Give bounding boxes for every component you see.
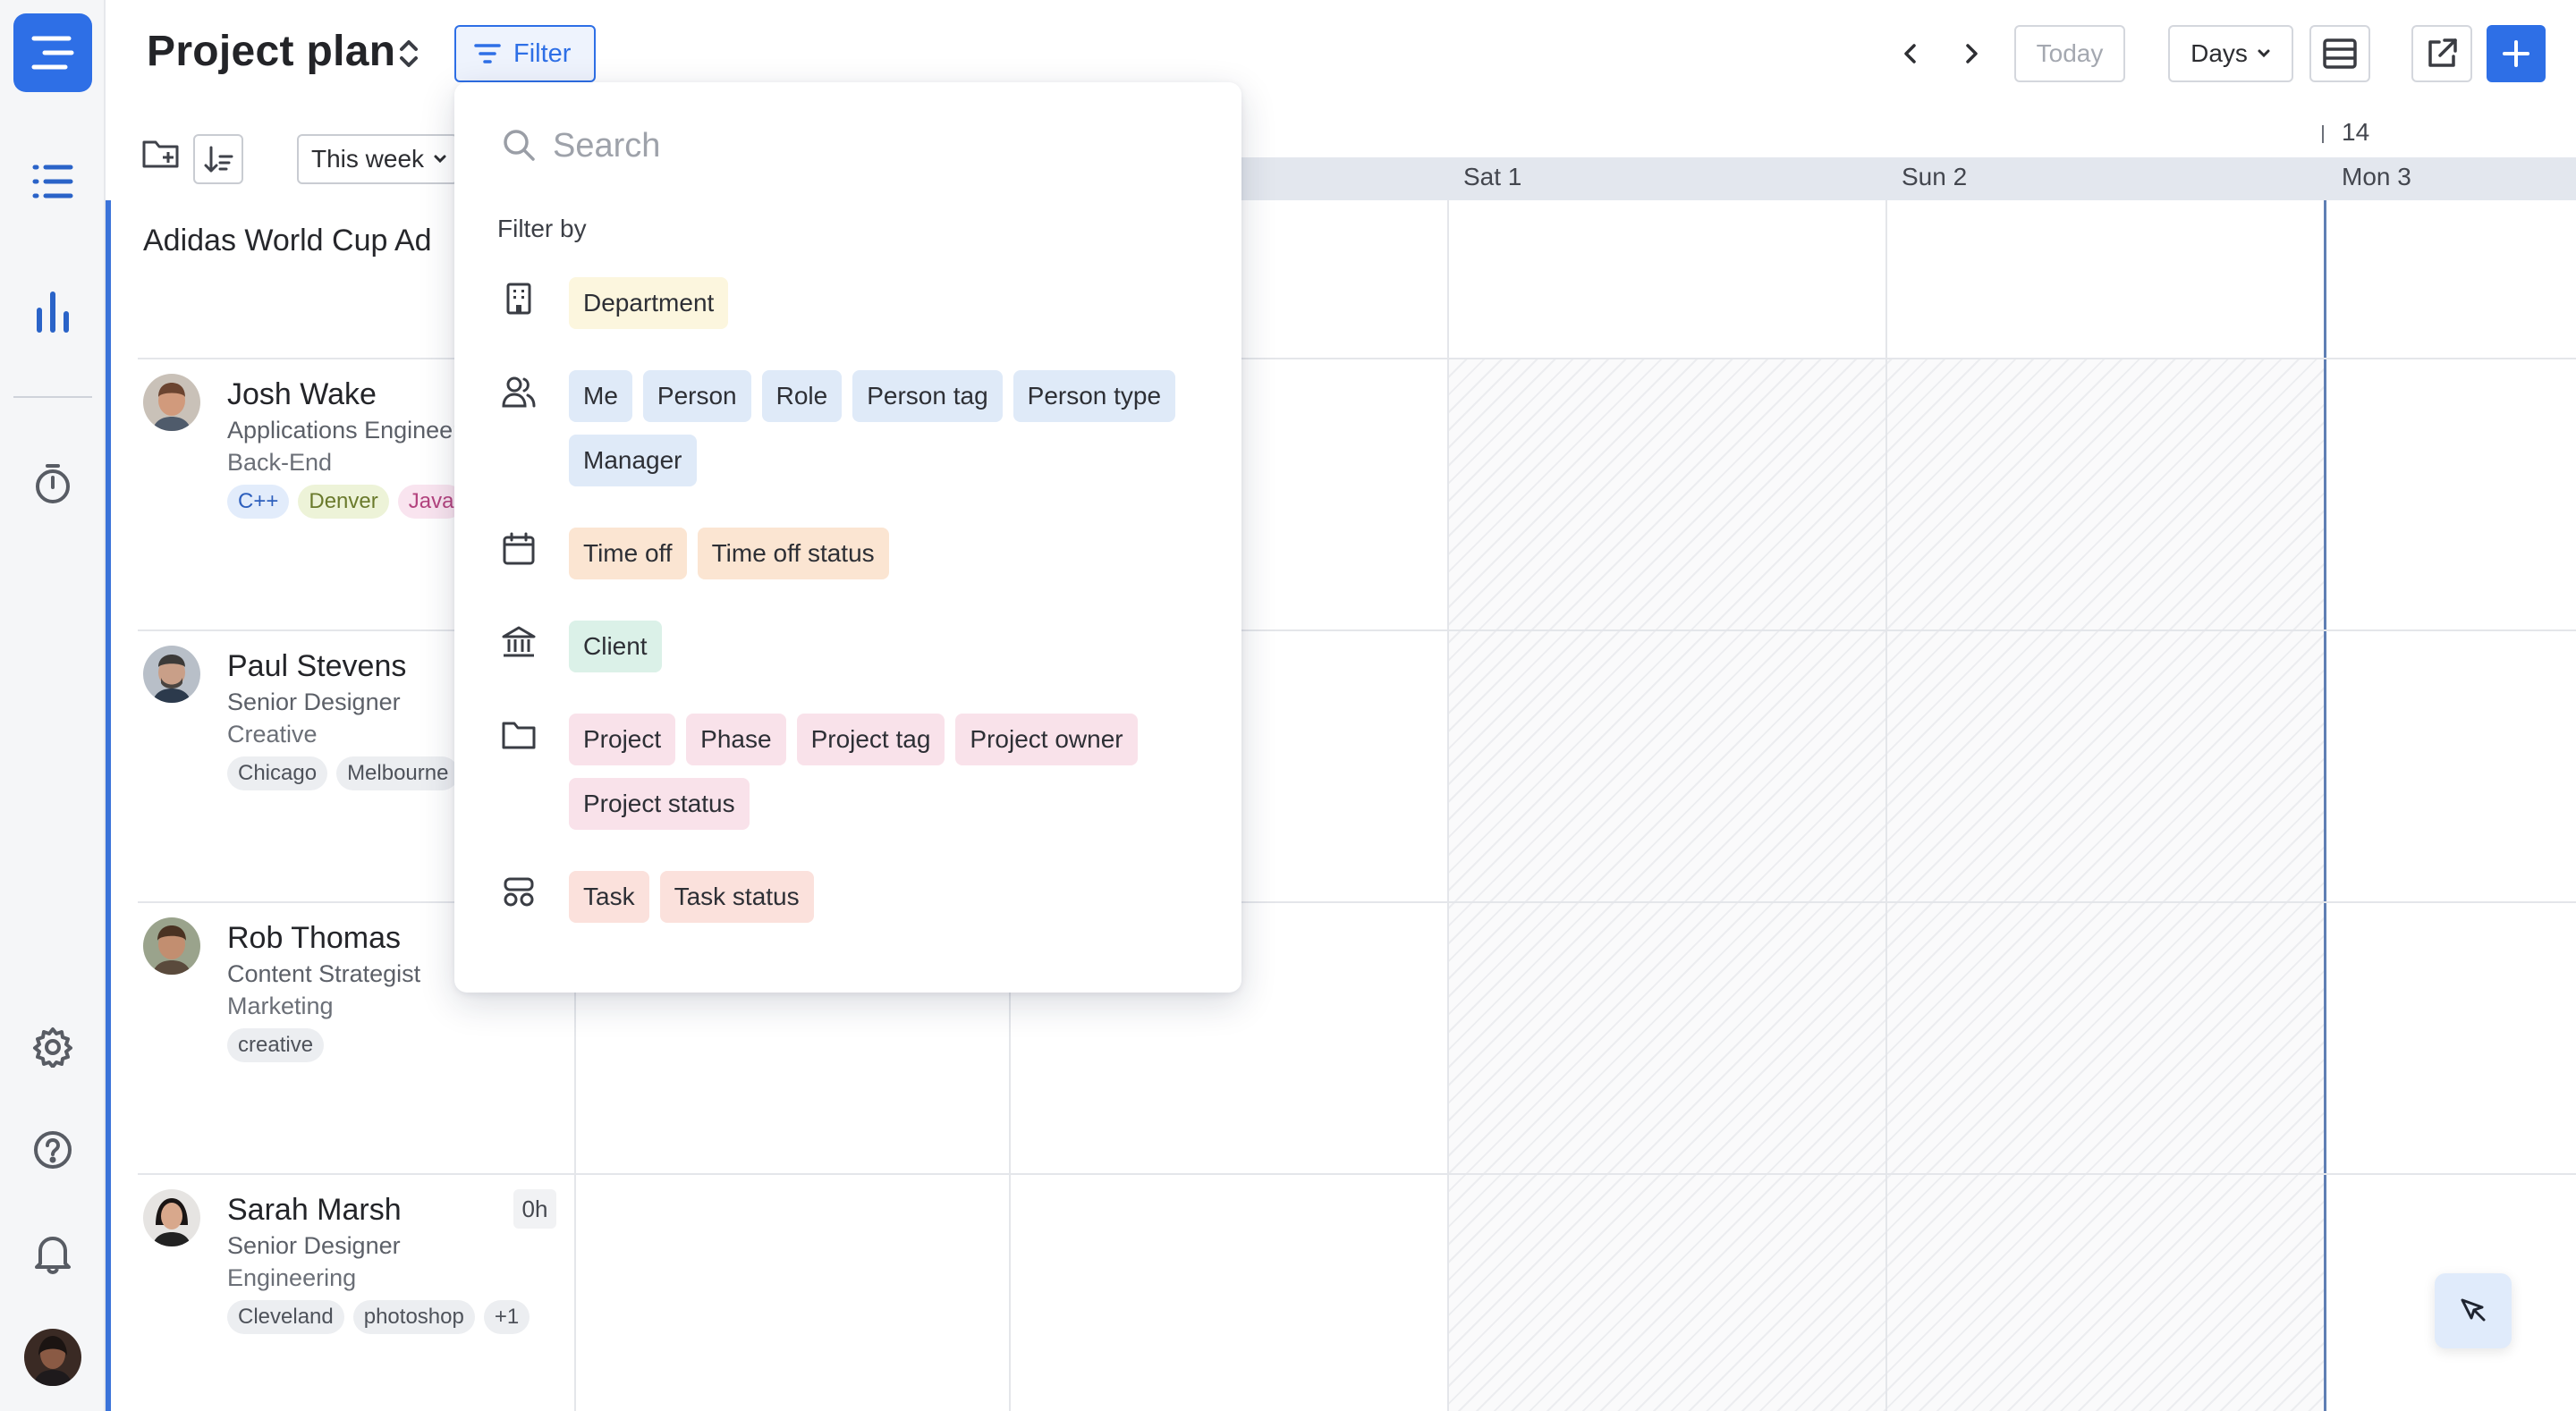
project-name[interactable]: Adidas World Cup Ad — [143, 224, 432, 258]
rows-layout-icon — [2323, 38, 2357, 69]
filter-chip-project-owner[interactable]: Project owner — [955, 714, 1138, 765]
plus-icon — [2503, 40, 2529, 67]
filter-chip-project-status[interactable]: Project status — [569, 778, 750, 830]
filter-chip-me[interactable]: Me — [569, 370, 632, 422]
chevron-down-icon — [434, 155, 446, 164]
external-link-icon — [2428, 38, 2457, 67]
filter-chip-person[interactable]: Person — [642, 370, 751, 422]
today-line — [2324, 200, 2326, 1411]
reports-chart-icon[interactable] — [20, 279, 86, 345]
previous-arrow-icon[interactable] — [1894, 36, 1927, 72]
chevron-down-icon — [2258, 49, 2270, 58]
person-tag: Melbourne — [336, 756, 460, 790]
open-external-button[interactable] — [2411, 25, 2472, 82]
person-department: Creative — [227, 721, 318, 748]
grid-line — [574, 1173, 2576, 1175]
grid-line — [1447, 200, 1449, 1411]
view-mode-select[interactable]: Days — [2168, 25, 2293, 82]
week-marker — [2322, 125, 2324, 143]
project-color-bar — [106, 200, 111, 1411]
settings-gear-icon[interactable] — [20, 1014, 86, 1080]
filter-popup: Filter by Department Me Person Role Pers… — [454, 82, 1241, 993]
help-icon[interactable] — [20, 1117, 86, 1183]
people-icon — [501, 374, 537, 410]
person-role: Applications Engineer — [227, 417, 462, 444]
filter-chip-time-off[interactable]: Time off — [569, 528, 687, 579]
add-button[interactable] — [2487, 25, 2546, 82]
list-view-icon[interactable] — [20, 148, 86, 215]
folder-icon — [501, 717, 537, 753]
new-folder-icon[interactable] — [141, 136, 186, 181]
person-row[interactable]: Sarah Marsh Senior Designer Engineering … — [143, 1189, 572, 1411]
person-role: Senior Designer — [227, 1232, 401, 1259]
project-switcher-icon[interactable] — [394, 36, 424, 72]
week-number: 14 — [2342, 118, 2370, 146]
filter-chip-project-tag[interactable]: Project tag — [796, 714, 945, 765]
filter-by-label: Filter by — [497, 215, 587, 242]
person-department: Back-End — [227, 449, 333, 476]
filter-chip-task[interactable]: Task — [569, 871, 649, 923]
person-role: Senior Designer — [227, 689, 401, 715]
person-role: Content Strategist — [227, 960, 421, 987]
day-label: Sat 1 — [1463, 163, 1522, 190]
day-label: Sun 2 — [1902, 163, 1968, 190]
notifications-bell-icon[interactable] — [20, 1220, 86, 1286]
filter-button-label: Filter — [513, 38, 572, 68]
nav-rail — [0, 0, 106, 1411]
bank-icon — [501, 624, 537, 660]
day-label: Mon 3 — [2342, 163, 2411, 190]
sort-icon — [204, 146, 233, 173]
next-arrow-icon[interactable] — [1955, 36, 1987, 72]
person-tag: Chicago — [227, 756, 328, 790]
page-title: Project plan — [147, 28, 396, 75]
filter-chip-project[interactable]: Project — [569, 714, 676, 765]
week-select-label: This week — [311, 145, 425, 173]
person-tag: creative — [227, 1028, 325, 1062]
calendar-icon — [501, 531, 537, 567]
sort-button[interactable] — [193, 134, 243, 184]
layout-density-button[interactable] — [2309, 25, 2370, 82]
filter-icon — [474, 44, 501, 63]
person-tag: photoshop — [352, 1300, 475, 1334]
cursor-arrow-icon — [2461, 1298, 2486, 1322]
avatar — [143, 646, 200, 703]
avatar — [143, 917, 200, 975]
today-button[interactable]: Today — [2014, 25, 2125, 82]
timer-icon[interactable] — [20, 451, 86, 517]
current-user-avatar[interactable] — [24, 1329, 81, 1386]
filter-chip-phase[interactable]: Phase — [686, 714, 786, 765]
rail-divider — [13, 396, 92, 398]
avatar — [143, 374, 200, 431]
person-tag: C++ — [227, 485, 290, 519]
hours-badge: 0h — [513, 1189, 556, 1229]
app-logo-icon[interactable] — [13, 13, 92, 92]
person-name: Paul Stevens — [227, 649, 407, 683]
week-select[interactable]: This week — [297, 134, 458, 184]
filter-chip-task-status[interactable]: Task status — [659, 871, 814, 923]
filter-search-input[interactable] — [553, 123, 1179, 168]
search-icon — [501, 127, 537, 163]
avatar — [143, 1189, 200, 1246]
person-name: Josh Wake — [227, 377, 377, 411]
building-icon — [501, 281, 537, 317]
filter-chip-role[interactable]: Role — [761, 370, 843, 422]
person-tag: Denver — [298, 485, 389, 519]
filter-chip-department[interactable]: Department — [569, 277, 729, 329]
person-name: Rob Thomas — [227, 921, 402, 955]
filter-chip-person-tag[interactable]: Person tag — [852, 370, 1003, 422]
grid-line — [1885, 200, 1887, 1411]
person-name: Sarah Marsh — [227, 1193, 402, 1227]
filter-chip-manager[interactable]: Manager — [569, 435, 697, 486]
task-icon — [501, 874, 537, 910]
pointer-tool-button[interactable] — [2435, 1273, 2512, 1348]
filter-chip-person-type[interactable]: Person type — [1013, 370, 1176, 422]
person-department: Marketing — [227, 993, 334, 1019]
person-department: Engineering — [227, 1264, 357, 1291]
filter-chip-time-off-status[interactable]: Time off status — [697, 528, 889, 579]
view-mode-label: Days — [2190, 39, 2248, 67]
person-tag: Cleveland — [227, 1300, 344, 1334]
filter-button[interactable]: Filter — [454, 25, 596, 82]
person-tag: +1 — [483, 1300, 530, 1334]
filter-chip-client[interactable]: Client — [569, 621, 662, 672]
